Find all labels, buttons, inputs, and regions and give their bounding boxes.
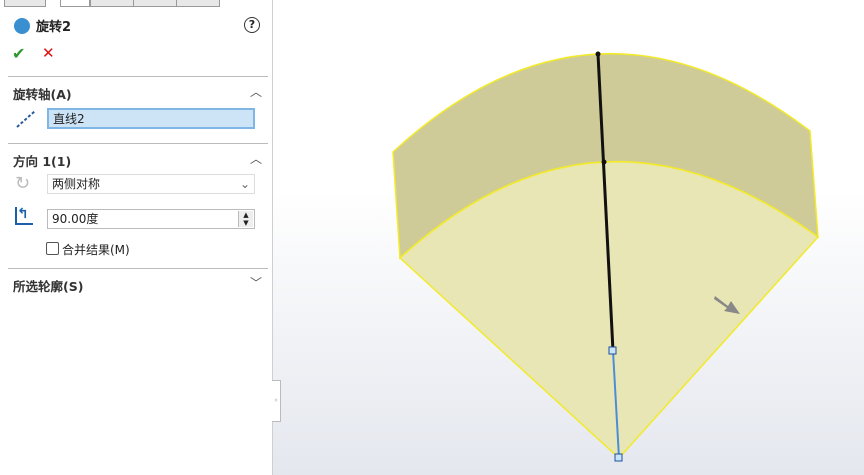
reverse-direction-icon[interactable]: ↻ <box>15 173 30 194</box>
revolve-type-select[interactable]: 两侧对称 ⌄ <box>47 174 255 194</box>
merge-result-checkbox[interactable] <box>46 242 59 255</box>
tab-config[interactable] <box>90 0 134 7</box>
sketch-point[interactable] <box>608 346 617 355</box>
panel-resize-handle[interactable]: ◦ <box>272 380 281 422</box>
revolve-icon <box>14 17 30 34</box>
cancel-button[interactable]: ✕ <box>42 44 55 62</box>
tab-feature-tree[interactable] <box>4 0 46 7</box>
axis-endpoint <box>595 51 601 57</box>
feature-header: 旋转2 <box>14 16 71 35</box>
axis-input[interactable]: 直线2 <box>47 108 255 129</box>
angle-icon: ↰ <box>15 207 33 225</box>
chevron-down-icon: ⌄ <box>239 177 250 191</box>
tab-property-manager[interactable] <box>60 0 90 7</box>
manager-tabs <box>0 0 220 7</box>
merge-result-label[interactable]: 合并结果(M) <box>62 241 130 258</box>
chevron-up-icon[interactable]: ︿ <box>250 150 262 167</box>
feature-title: 旋转2 <box>36 20 72 35</box>
angle-input[interactable]: 90.00度 ▲ ▼ <box>47 209 255 229</box>
profile-section-title[interactable]: 所选轮廓(S) <box>13 276 83 295</box>
property-manager: 旋转2 ? ✔ ✕ 旋转轴(A) ︿ 直线2 方向 1(1) ︿ ↻ 两侧对称 … <box>0 0 273 475</box>
axis-section-title[interactable]: 旋转轴(A) <box>13 84 72 103</box>
angle-spinner[interactable]: ▲ ▼ <box>238 211 253 227</box>
help-button[interactable]: ? <box>244 17 260 33</box>
ok-button[interactable]: ✔ <box>12 44 25 63</box>
tab-display[interactable] <box>176 0 220 7</box>
tab-dimxpert[interactable] <box>133 0 177 7</box>
angle-value: 90.00度 <box>52 212 99 226</box>
divider <box>8 76 268 77</box>
sketch-point[interactable] <box>614 453 623 462</box>
axis-line-icon <box>16 110 36 128</box>
axis-midpoint <box>601 159 607 165</box>
divider <box>8 143 268 144</box>
chevron-up-icon[interactable]: ︿ <box>250 83 262 100</box>
revolve-type-value: 两侧对称 <box>52 177 101 191</box>
divider <box>8 268 268 269</box>
chevron-down-icon[interactable]: ﹀ <box>250 274 262 291</box>
direction-section-title[interactable]: 方向 1(1) <box>13 151 71 170</box>
